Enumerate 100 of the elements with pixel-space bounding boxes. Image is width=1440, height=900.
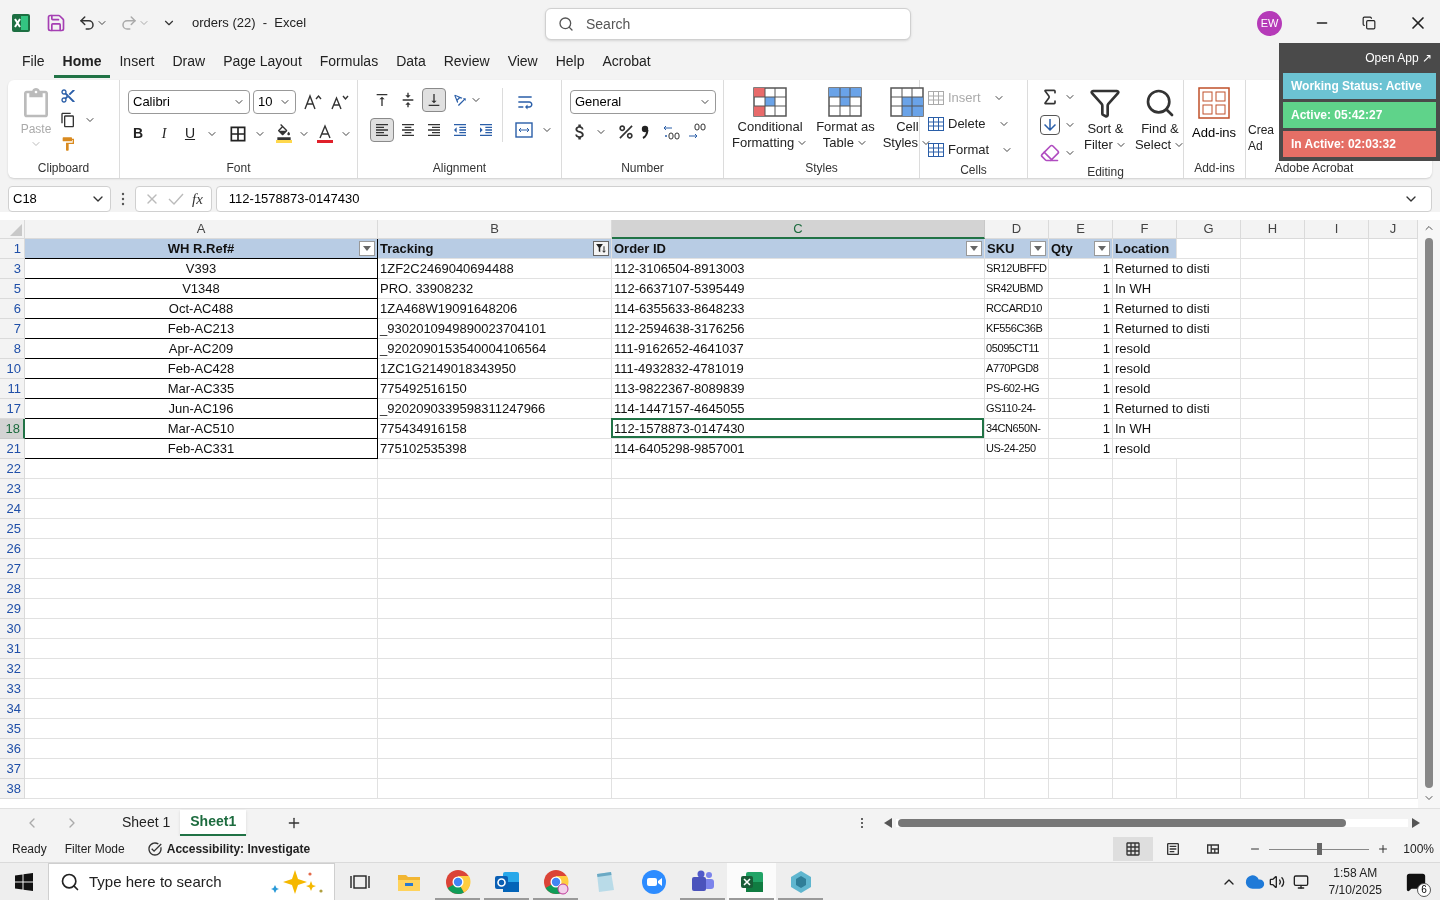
format-painter-icon[interactable] [60, 136, 76, 152]
empty-cell[interactable] [1177, 739, 1241, 759]
sheet-tab[interactable]: Sheet1 [180, 809, 247, 836]
empty-cell[interactable] [985, 699, 1049, 719]
empty-cell[interactable] [1305, 699, 1369, 719]
empty-cell[interactable] [1305, 419, 1369, 439]
column-header[interactable]: A [25, 220, 378, 239]
empty-cell[interactable] [1049, 579, 1113, 599]
empty-cell[interactable] [1113, 579, 1177, 599]
number-format-field[interactable]: General [570, 90, 716, 114]
empty-cell[interactable] [1049, 559, 1113, 579]
undo-icon[interactable] [78, 14, 96, 32]
accessibility-icon[interactable] [146, 841, 163, 857]
empty-cell[interactable] [1241, 239, 1305, 259]
row-number[interactable]: 34 [0, 699, 25, 719]
filter-dropdown-button[interactable] [1094, 241, 1110, 256]
empty-cell[interactable] [1049, 619, 1113, 639]
restore-icon[interactable] [1362, 16, 1376, 30]
empty-cell[interactable] [378, 459, 612, 479]
ribbon-tab[interactable]: Page Layout [214, 48, 311, 78]
empty-cell[interactable] [1113, 699, 1177, 719]
ribbon-tab[interactable]: Draw [163, 48, 215, 78]
empty-cell[interactable] [378, 519, 612, 539]
empty-cell[interactable] [1241, 499, 1305, 519]
comma-style-icon[interactable] [641, 125, 649, 139]
empty-cell[interactable] [1177, 559, 1241, 579]
empty-cell[interactable] [1305, 559, 1369, 579]
row-number[interactable]: 11 [0, 379, 25, 399]
empty-cell[interactable] [612, 459, 985, 479]
empty-cell[interactable] [1177, 699, 1241, 719]
empty-cell[interactable] [1113, 459, 1177, 479]
copy-icon[interactable] [60, 112, 76, 128]
empty-cell[interactable] [378, 679, 612, 699]
row-number[interactable]: 7 [0, 319, 25, 339]
empty-cell[interactable] [1177, 759, 1241, 779]
row-number[interactable]: 26 [0, 539, 25, 559]
add-ins-button[interactable]: Add-ins [1188, 84, 1241, 143]
empty-cell[interactable] [1305, 539, 1369, 559]
fill-color-icon[interactable] [276, 124, 292, 143]
empty-cell[interactable] [612, 539, 985, 559]
empty-cell[interactable] [378, 739, 612, 759]
empty-cell[interactable] [612, 579, 985, 599]
empty-cell[interactable] [1305, 459, 1369, 479]
empty-cell[interactable] [1113, 739, 1177, 759]
filter-dropdown-button[interactable] [1030, 241, 1046, 256]
row-number[interactable]: 18 [0, 419, 25, 439]
ribbon-tab[interactable]: View [498, 48, 547, 78]
filter-dropdown-button[interactable] [359, 241, 375, 256]
empty-cell[interactable] [1049, 539, 1113, 559]
empty-cell[interactable] [1305, 399, 1369, 419]
zoom-level[interactable]: 100% [1403, 840, 1434, 858]
empty-cell[interactable] [1241, 699, 1305, 719]
select-all-icon[interactable] [10, 224, 22, 236]
row-number[interactable]: 23 [0, 479, 25, 499]
cut-icon[interactable] [60, 88, 76, 104]
styles-button[interactable]: Format as Table [816, 87, 875, 151]
empty-cell[interactable] [1305, 599, 1369, 619]
empty-cell[interactable] [1177, 539, 1241, 559]
empty-cell[interactable] [612, 759, 985, 779]
empty-cell[interactable] [1241, 399, 1305, 419]
empty-cell[interactable] [1113, 759, 1177, 779]
row-number[interactable]: 35 [0, 719, 25, 739]
empty-cell[interactable] [1049, 739, 1113, 759]
empty-cell[interactable] [1177, 499, 1241, 519]
empty-cell[interactable] [612, 619, 985, 639]
empty-cell[interactable] [1241, 639, 1305, 659]
empty-cell[interactable] [378, 559, 612, 579]
column-header[interactable]: G [1177, 220, 1241, 239]
insert-function-button[interactable]: fx [192, 187, 203, 211]
empty-cell[interactable] [1049, 679, 1113, 699]
notifications-icon[interactable] [1406, 871, 1426, 892]
column-header[interactable]: F [1113, 220, 1177, 239]
row-number[interactable]: 31 [0, 639, 25, 659]
empty-cell[interactable] [612, 719, 985, 739]
row-number[interactable]: 30 [0, 619, 25, 639]
editing-button[interactable]: Find & Select [1134, 87, 1186, 153]
start-icon[interactable] [15, 872, 33, 891]
empty-cell[interactable] [1241, 279, 1305, 299]
clock[interactable]: 1:58 AM 7/10/2025 [1328, 864, 1382, 899]
network-icon[interactable] [1292, 873, 1309, 890]
ribbon-tab[interactable]: Insert [110, 48, 164, 78]
column-header[interactable]: D [985, 220, 1049, 239]
empty-cell[interactable] [612, 479, 985, 499]
empty-cell[interactable] [1305, 579, 1369, 599]
empty-cell[interactable] [1241, 559, 1305, 579]
empty-cell[interactable] [1049, 719, 1113, 739]
empty-cell[interactable] [1305, 759, 1369, 779]
zoom-slider-thumb[interactable] [1317, 843, 1323, 855]
left-align-icon[interactable] [370, 118, 394, 142]
empty-cell[interactable] [378, 659, 612, 679]
ribbon-tab[interactable]: Review [434, 48, 499, 78]
accessibility-status[interactable]: Accessibility: Investigate [166, 840, 311, 858]
empty-cell[interactable] [378, 579, 612, 599]
column-header[interactable]: C [612, 220, 985, 239]
empty-cell[interactable] [1241, 319, 1305, 339]
empty-cell[interactable] [1113, 599, 1177, 619]
empty-cell[interactable] [985, 519, 1049, 539]
font-color-icon[interactable] [316, 123, 334, 144]
empty-cell[interactable] [985, 539, 1049, 559]
empty-cell[interactable] [1305, 259, 1369, 279]
